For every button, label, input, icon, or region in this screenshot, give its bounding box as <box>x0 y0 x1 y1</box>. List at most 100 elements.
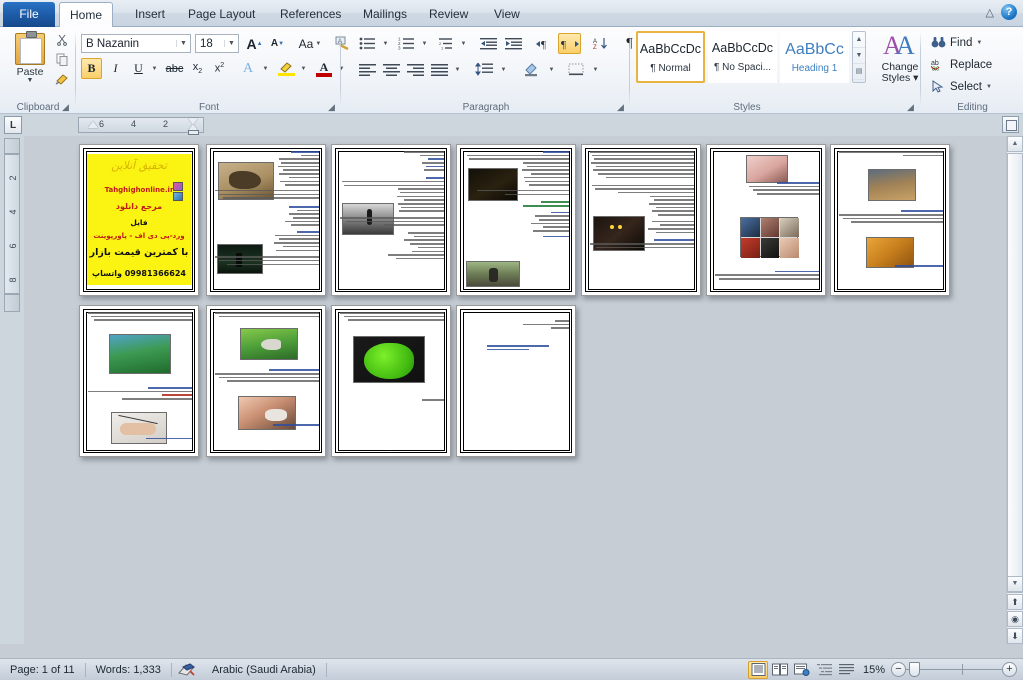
page-thumbnail-11[interactable]: . <box>456 305 576 457</box>
tab-selector-button[interactable]: L <box>4 116 22 134</box>
paste-dropdown-arrow[interactable]: ▼ <box>8 77 52 84</box>
select-dropdown-arrow[interactable]: ▼ <box>986 84 992 90</box>
line-spacing-button[interactable] <box>472 59 497 80</box>
change-case-button[interactable]: Aa ▼ <box>295 33 325 54</box>
next-page-button[interactable]: ⬇ <box>1007 628 1023 644</box>
view-full-screen-reading-button[interactable] <box>770 661 790 679</box>
highlight-button[interactable] <box>275 58 297 79</box>
scroll-up-button[interactable]: ▲ <box>1007 136 1023 152</box>
first-line-indent-marker[interactable] <box>88 121 98 128</box>
vertical-scrollbar[interactable]: ▲ ▼ ⬆ ◉ ⬇ <box>1006 136 1023 644</box>
underline-dropdown-arrow[interactable]: ▼ <box>149 58 160 79</box>
view-web-layout-button[interactable] <box>792 661 812 679</box>
zoom-out-button[interactable]: − <box>891 662 906 677</box>
page-thumbnail-3[interactable]: . <box>331 144 451 296</box>
tab-mailings[interactable]: Mailings <box>353 3 417 27</box>
grow-font-button[interactable]: A ▲ <box>244 33 265 54</box>
scrollbar-thumb[interactable] <box>1007 153 1023 593</box>
page-thumbnail-1[interactable]: تحقیق آنلاین Tahghighonline.ir مرجع دانل… <box>79 144 199 296</box>
numbering-dropdown-arrow[interactable]: ▼ <box>419 33 430 54</box>
horizontal-ruler[interactable]: 6 4 2 <box>78 117 204 135</box>
bullets-dropdown-arrow[interactable]: ▼ <box>380 33 391 54</box>
sort-button[interactable]: AZ <box>590 33 613 54</box>
vertical-ruler[interactable]: 2 4 6 8 <box>4 154 20 294</box>
tab-view[interactable]: View <box>484 3 530 27</box>
view-outline-button[interactable] <box>814 661 834 679</box>
find-dropdown-arrow[interactable]: ▼ <box>976 40 982 46</box>
page-thumbnail-4[interactable]: . <box>456 144 576 296</box>
style-normal[interactable]: AaBbCcDc ¶ Normal <box>636 31 705 83</box>
bullets-button[interactable] <box>356 33 379 54</box>
zoom-in-button[interactable]: + <box>1002 662 1017 677</box>
format-painter-button[interactable] <box>52 73 72 91</box>
page-thumbnail-9[interactable]: . <box>206 305 326 457</box>
page-thumbnail-10[interactable]: . <box>331 305 451 457</box>
italic-button[interactable]: I <box>105 58 126 79</box>
shading-button[interactable] <box>520 59 545 80</box>
underline-button[interactable]: U <box>128 58 149 79</box>
paragraph-dialog-launcher[interactable]: ◢ <box>617 102 627 112</box>
status-proofing-errors-button[interactable] <box>172 661 202 679</box>
page-thumbnail-7[interactable]: . <box>830 144 950 296</box>
line-spacing-dropdown-arrow[interactable]: ▼ <box>498 59 509 80</box>
select-button[interactable]: Select ▼ <box>928 77 995 96</box>
styles-scroll-up-button[interactable]: ▲ <box>853 32 865 48</box>
multilevel-list-button[interactable]: 21 <box>434 33 457 54</box>
justify-dropdown-arrow[interactable]: ▼ <box>452 59 463 80</box>
shrink-font-button[interactable]: A ▼ <box>267 33 288 54</box>
bold-button[interactable]: B <box>81 58 102 79</box>
tab-references[interactable]: References <box>270 3 351 27</box>
font-size-dropdown-arrow[interactable]: ▼ <box>224 40 238 47</box>
status-page-number[interactable]: Page: 1 of 11 <box>0 661 85 679</box>
document-canvas[interactable]: تحقیق آنلاین Tahghighonline.ir مرجع دانل… <box>24 136 999 644</box>
text-effects-dropdown-arrow[interactable]: ▼ <box>260 58 271 79</box>
justify-button[interactable] <box>428 59 451 80</box>
replace-button[interactable]: ab ac Replace <box>928 55 995 74</box>
tab-home[interactable]: Home <box>59 2 114 27</box>
ruler-toggle-icon[interactable] <box>1002 116 1019 133</box>
chevron-up-icon[interactable]: △ <box>986 6 994 19</box>
styles-more-button[interactable]: ▤ <box>853 64 865 80</box>
tab-insert[interactable]: Insert <box>125 3 175 27</box>
zoom-level-label[interactable]: 15% <box>857 664 891 676</box>
tab-review[interactable]: Review <box>419 3 478 27</box>
superscript-button[interactable]: x2 <box>209 58 230 79</box>
page-thumbnail-2[interactable]: . <box>206 144 326 296</box>
highlight-dropdown-arrow[interactable]: ▼ <box>298 58 309 79</box>
status-word-count[interactable]: Words: 1,333 <box>86 661 171 679</box>
font-color-button[interactable]: A <box>313 58 335 79</box>
status-language[interactable]: Arabic (Saudi Arabia) <box>202 661 326 679</box>
find-button[interactable]: Find ▼ <box>928 33 985 52</box>
styles-dialog-launcher[interactable]: ◢ <box>907 102 917 112</box>
align-right-button[interactable] <box>404 59 427 80</box>
zoom-slider[interactable] <box>906 662 1002 677</box>
cut-button[interactable] <box>52 33 72 51</box>
subscript-button[interactable]: x2 <box>187 58 208 79</box>
paste-button[interactable]: Paste ▼ <box>8 31 52 93</box>
tab-page-layout[interactable]: Page Layout <box>178 3 265 27</box>
zoom-slider-handle[interactable] <box>909 662 920 677</box>
tab-file[interactable]: File <box>3 2 55 27</box>
font-name-dropdown-arrow[interactable]: ▼ <box>176 40 190 47</box>
borders-button[interactable] <box>564 59 589 80</box>
page-thumbnail-5[interactable]: . <box>581 144 701 296</box>
rtl-text-direction-button[interactable]: ¶ <box>558 33 581 54</box>
page-thumbnail-6[interactable]: . <box>706 144 826 296</box>
clipboard-dialog-launcher[interactable]: ◢ <box>62 102 72 112</box>
select-browse-object-button[interactable]: ◉ <box>1007 611 1023 627</box>
shading-dropdown-arrow[interactable]: ▼ <box>546 59 557 80</box>
font-name-combobox[interactable]: B Nazanin ▼ <box>81 34 191 53</box>
view-draft-button[interactable] <box>836 661 856 679</box>
left-indent-square-marker[interactable] <box>188 130 199 135</box>
scroll-down-button[interactable]: ▼ <box>1007 576 1023 592</box>
styles-scroll-down-button[interactable]: ▼ <box>853 48 865 64</box>
numbering-button[interactable]: 123 <box>395 33 418 54</box>
help-icon[interactable]: ? <box>1001 4 1017 20</box>
font-dialog-launcher[interactable]: ◢ <box>328 102 338 112</box>
style-no-spacing[interactable]: AaBbCcDc ¶ No Spaci... <box>708 31 777 83</box>
page-thumbnail-8[interactable]: . <box>79 305 199 457</box>
styles-gallery-scroll[interactable]: ▲ ▼ ▤ <box>852 31 866 83</box>
style-heading-1[interactable]: AaBbCc Heading 1 <box>780 31 849 83</box>
decrease-indent-button[interactable] <box>477 33 500 54</box>
copy-button[interactable] <box>52 53 72 71</box>
